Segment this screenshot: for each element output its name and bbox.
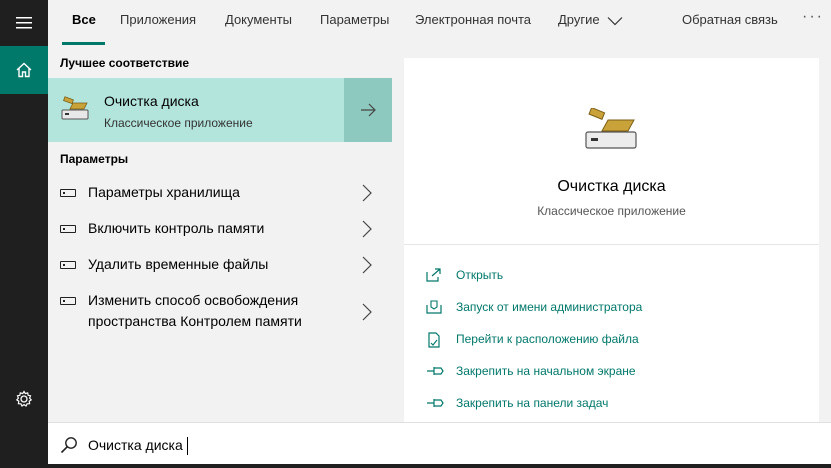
search-scope-tabs: Все Приложения Документы Параметры Элект…	[48, 0, 831, 46]
search-icon	[60, 437, 77, 454]
pin-icon	[427, 367, 444, 375]
list-item[interactable]: Удалить временные файлы	[48, 254, 392, 276]
home-button[interactable]	[0, 46, 48, 94]
file-location-icon	[428, 332, 440, 348]
best-match-title: Очистка диска	[104, 93, 199, 109]
open-preview-button[interactable]	[344, 78, 392, 142]
tab-documents[interactable]: Документы	[225, 0, 292, 46]
setting-label: Включить контроль памяти	[88, 220, 265, 236]
chevron-right-icon	[362, 303, 372, 321]
action-label: Закрепить на панели задач	[456, 396, 609, 410]
action-label: Перейти к расположению файла	[456, 332, 639, 346]
rail-footer	[0, 422, 48, 468]
tab-settings[interactable]: Параметры	[320, 0, 389, 46]
left-rail	[0, 0, 48, 468]
storage-icon	[60, 189, 76, 197]
best-match-heading: Лучшее соответствие	[60, 56, 190, 70]
action-label: Закрепить на начальном экране	[456, 364, 636, 378]
tab-all[interactable]: Все	[72, 0, 96, 46]
list-item[interactable]: Включить контроль памяти	[48, 218, 392, 240]
more-options-button[interactable]: ···	[802, 0, 824, 46]
chevron-right-icon	[362, 256, 372, 274]
arrow-right-icon	[361, 103, 376, 117]
setting-label: Параметры хранилища	[88, 184, 240, 200]
disk-cleanup-icon	[585, 108, 637, 149]
chevron-right-icon	[362, 220, 372, 238]
settings-button[interactable]	[0, 376, 48, 422]
best-match-item[interactable]: Очистка диска Классическое приложение	[48, 78, 344, 142]
tab-apps[interactable]: Приложения	[120, 0, 196, 46]
shield-icon	[426, 300, 442, 314]
list-item[interactable]: Изменить способ освобождения пространств…	[48, 290, 392, 334]
preview-title: Очистка диска	[557, 178, 666, 195]
preview-panel: Очистка диска Классическое приложение От…	[404, 58, 819, 422]
best-match-subtitle: Классическое приложение	[104, 116, 253, 130]
open-icon	[426, 268, 441, 282]
action-label: Запуск от имени администратора	[456, 300, 643, 314]
tab-email[interactable]: Электронная почта	[415, 0, 531, 46]
hamburger-icon	[16, 17, 32, 29]
storage-icon	[60, 261, 76, 269]
settings-heading: Параметры	[60, 152, 129, 166]
hamburger-menu-button[interactable]	[0, 0, 48, 46]
pin-icon	[427, 399, 444, 407]
action-label: Открыть	[456, 268, 504, 282]
storage-icon	[60, 297, 76, 305]
chevron-down-icon	[607, 16, 623, 25]
list-item[interactable]: Параметры хранилища	[48, 182, 392, 204]
storage-icon	[60, 225, 76, 233]
text-caret	[187, 437, 188, 455]
chevron-right-icon	[362, 184, 372, 202]
results-panel: Лучшее соответствие Очистка диска Класси…	[48, 46, 392, 422]
disk-cleanup-icon	[61, 96, 89, 120]
preview-subtitle: Классическое приложение	[537, 204, 686, 218]
gear-icon	[15, 390, 33, 407]
divider	[404, 244, 819, 245]
search-input[interactable]	[88, 432, 788, 458]
search-bar	[48, 422, 831, 468]
active-tab-indicator	[62, 42, 105, 45]
taskbar-edge	[48, 464, 831, 468]
tab-other-label: Другие	[558, 12, 600, 27]
setting-label: Изменить способ освобождения пространств…	[88, 292, 302, 329]
tab-other[interactable]: Другие	[558, 0, 623, 46]
home-icon	[16, 62, 32, 78]
setting-label: Удалить временные файлы	[88, 256, 269, 272]
feedback-link[interactable]: Обратная связь	[682, 0, 778, 46]
